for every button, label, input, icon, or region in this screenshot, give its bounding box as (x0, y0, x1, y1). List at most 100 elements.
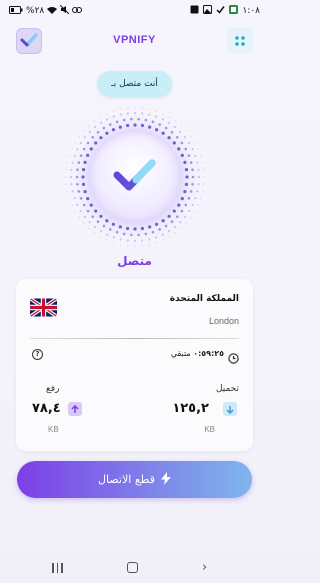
orb-dot (193, 210, 196, 213)
orb-dot (102, 224, 106, 228)
orb-dot (66, 161, 69, 164)
orb-dot (71, 190, 74, 193)
orb-dot (82, 222, 85, 225)
orb-dot (91, 215, 95, 219)
orb-dot (87, 227, 90, 230)
orb-dot (102, 126, 106, 130)
menu-button[interactable] (227, 28, 253, 54)
orb-dot (141, 239, 144, 242)
orb-dot (111, 222, 115, 226)
orb-dot (161, 233, 164, 236)
orb-dot (167, 121, 171, 124)
orb-dot (167, 214, 171, 218)
orb-dot (112, 110, 115, 113)
orb-dot (161, 131, 165, 135)
orb-dot (202, 183, 205, 186)
orb-dot (180, 153, 184, 157)
orb-dot (185, 222, 188, 225)
home-icon[interactable] (127, 562, 138, 573)
server-country: المملكة المتحدة (169, 294, 239, 304)
orb-dot (189, 135, 192, 138)
orb-dot (99, 116, 102, 119)
connection-orb[interactable] (64, 106, 206, 248)
recents-icon[interactable] (52, 563, 63, 573)
grid-menu-icon (234, 32, 246, 51)
orb-dot (89, 203, 93, 207)
orb-dot (191, 148, 194, 151)
orb-dot (125, 123, 130, 128)
orb-dot (148, 243, 151, 246)
orb-dot (76, 182, 79, 186)
orb-dot (91, 135, 95, 139)
flag-uk-icon (30, 298, 57, 317)
orb-dot (172, 209, 176, 213)
orb-dot (184, 182, 189, 187)
orb-dot (94, 141, 98, 145)
orb-dot (164, 224, 168, 228)
disconnect-button[interactable]: قطع الاتصال (17, 461, 252, 498)
orb-dot (175, 215, 179, 219)
orb-dot (188, 209, 191, 213)
orb-dot (93, 225, 97, 229)
orb-dot (191, 182, 194, 186)
orb-dot (119, 243, 122, 246)
orb-dot (188, 141, 191, 145)
orb-dot (191, 203, 194, 206)
orb-dot (161, 118, 164, 121)
orb-dot (82, 129, 85, 132)
orb-dot (184, 167, 189, 172)
orb-dot (109, 123, 112, 126)
orb-dot (93, 125, 97, 129)
orb-dot (194, 197, 197, 200)
upload-unit: KB (48, 425, 59, 434)
orb-dot (105, 219, 109, 223)
help-icon[interactable]: ? (32, 349, 43, 360)
time-remaining-value: ٠:٥٩:٢٥ (193, 349, 224, 358)
orb-dot (74, 141, 77, 144)
orb-dot (126, 107, 129, 110)
orb-dot (111, 128, 115, 132)
back-icon[interactable]: › (202, 560, 207, 575)
orb-dot (179, 130, 182, 133)
orb-dot (79, 197, 83, 200)
disconnect-label: قطع الاتصال (98, 473, 155, 486)
orb-dot (164, 126, 168, 130)
time-remaining-label: متبقي (170, 349, 191, 358)
orb-dot (86, 197, 90, 201)
orb-dot (65, 183, 68, 186)
orb-dot (81, 167, 86, 172)
download-value: ١٢٥,٢ (172, 401, 209, 416)
orb-dot (144, 232, 148, 236)
battery-percent: %٢٨ (26, 6, 45, 16)
orb-dot (133, 111, 137, 115)
orb-dot (194, 154, 197, 157)
orb-dot (133, 123, 137, 127)
orb-dot (172, 141, 176, 145)
orb-dot (119, 108, 122, 111)
orb-dot (148, 225, 152, 229)
orb-dot (183, 160, 187, 164)
orb-dot (82, 147, 86, 151)
image-icon (203, 5, 213, 17)
status-left: %٢٨ (9, 4, 83, 17)
orb-dot (65, 168, 68, 171)
orb-dot (196, 190, 199, 193)
orb-dot (191, 168, 194, 172)
orb-dot (76, 203, 79, 206)
orb-dot (155, 128, 159, 132)
orb-dot (173, 125, 177, 129)
orb-dot (106, 239, 108, 241)
link-icon (72, 6, 83, 17)
download-arrow-icon (223, 402, 237, 416)
orb-dot (197, 204, 199, 206)
orb-dot (202, 168, 205, 171)
orb-dot (74, 210, 77, 213)
orb-dot (170, 220, 174, 223)
orb-dot (196, 161, 199, 164)
orb-dot (134, 107, 136, 109)
orb-dot (118, 225, 122, 229)
orb-dot (81, 175, 85, 179)
clock-icon (228, 349, 239, 364)
orb-dot (119, 238, 122, 241)
orb-dot (197, 148, 199, 150)
